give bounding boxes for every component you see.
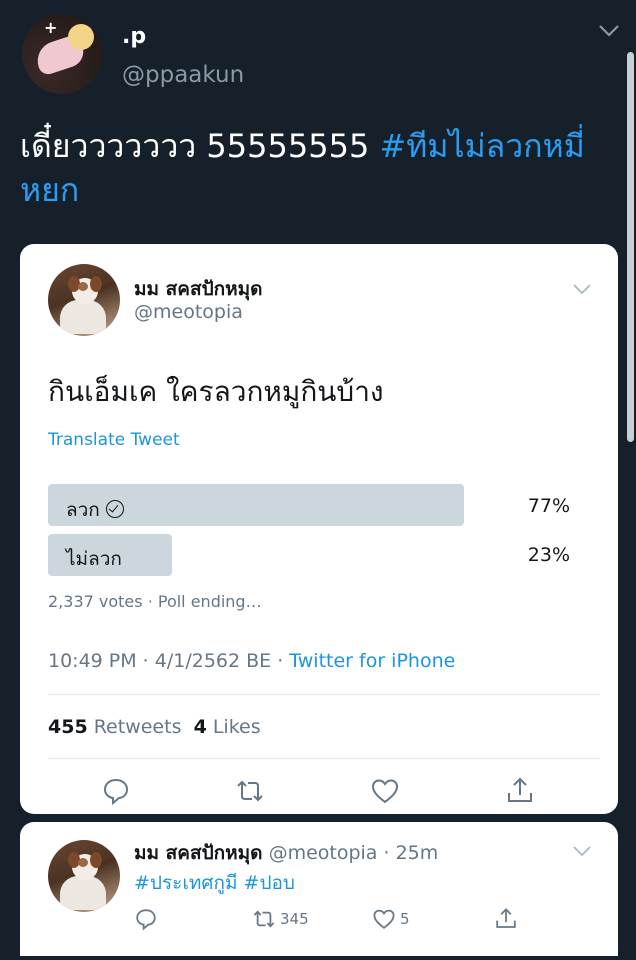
avatar[interactable] <box>48 840 120 912</box>
tweet-text: กินเอ็มเค ใครลวกหมูกินบ้าง <box>48 375 384 408</box>
poll-option-label: ไม่ลวก <box>66 548 122 570</box>
author-handle[interactable]: @meotopia <box>134 301 243 323</box>
retweets-label: Retweets <box>87 716 182 738</box>
reply-icon[interactable] <box>101 776 131 806</box>
like-icon <box>373 909 395 929</box>
share-button[interactable] <box>494 906 518 932</box>
likes-stat[interactable]: 4 Likes <box>194 716 261 738</box>
poll-option[interactable]: ลวก <box>66 495 124 525</box>
avatar[interactable] <box>48 264 120 336</box>
poll-percent: 77% <box>527 495 570 517</box>
reply-button[interactable] <box>134 906 158 932</box>
likes-count: 4 <box>193 716 207 738</box>
scrollbar[interactable] <box>627 52 634 442</box>
chevron-down-icon[interactable] <box>573 846 591 857</box>
tweet-text-main: เดี๋ยววววววว 55555555 <box>20 127 380 165</box>
retweet-count: 345 <box>280 910 309 928</box>
author-name[interactable]: .p <box>122 24 146 49</box>
author-name[interactable]: มม สคสปักหมุด <box>134 842 263 864</box>
translate-tweet-link[interactable]: Translate Tweet <box>48 430 180 450</box>
divider <box>48 758 600 759</box>
chevron-down-icon[interactable] <box>598 24 620 38</box>
chevron-down-icon[interactable] <box>573 284 591 295</box>
retweet-icon[interactable] <box>235 776 265 806</box>
reply-time: · 25m <box>377 842 439 864</box>
share-icon[interactable] <box>505 776 535 806</box>
like-count: 5 <box>400 910 410 928</box>
likes-label: Likes <box>206 716 261 738</box>
reply-header: มม สคสปักหมุด @meotopia · 25m <box>134 838 438 868</box>
retweet-button[interactable]: 345 <box>252 906 309 932</box>
poll-meta: 2,337 votes · Poll ending… <box>48 592 262 611</box>
share-icon <box>496 908 516 928</box>
poll-option-label: ลวก <box>66 499 100 521</box>
check-circle-icon <box>105 500 124 518</box>
avatar[interactable]: + <box>22 14 102 94</box>
retweet-icon <box>253 910 275 928</box>
tweet-text: เดี๋ยววววววว 55555555 #ทีมไม่ลวกหมี่หยก <box>20 124 620 212</box>
author-name[interactable]: มม สคสปักหมุด <box>134 274 263 304</box>
tweet-card[interactable]: มม สคสปักหมุด @meotopia กินเอ็มเค ใครลวก… <box>20 244 618 814</box>
reply-tweet[interactable]: มม สคสปักหมุด @meotopia · 25m #ประเทศกูม… <box>20 822 618 956</box>
source-link[interactable]: Twitter for iPhone <box>289 650 455 672</box>
like-icon[interactable] <box>370 776 400 806</box>
reply-hashtags[interactable]: #ประเทศกูมี #ปอบ <box>134 868 295 898</box>
like-button[interactable]: 5 <box>372 906 410 932</box>
timestamp-text: 10:49 PM · 4/1/2562 BE · <box>48 650 290 672</box>
retweets-stat[interactable]: 455 Retweets <box>48 716 181 738</box>
poll-percent: 23% <box>527 544 570 566</box>
author-handle[interactable]: @meotopia <box>263 842 378 864</box>
timestamp: 10:49 PM · 4/1/2562 BE · Twitter for iPh… <box>48 650 455 672</box>
retweets-count: 455 <box>48 716 88 738</box>
author-handle[interactable]: @ppaakun <box>122 62 244 88</box>
poll-option[interactable]: ไม่ลวก <box>66 544 122 574</box>
engagement-stats: 455 Retweets 4 Likes <box>48 716 261 738</box>
divider <box>48 694 600 695</box>
reply-icon <box>136 909 156 931</box>
